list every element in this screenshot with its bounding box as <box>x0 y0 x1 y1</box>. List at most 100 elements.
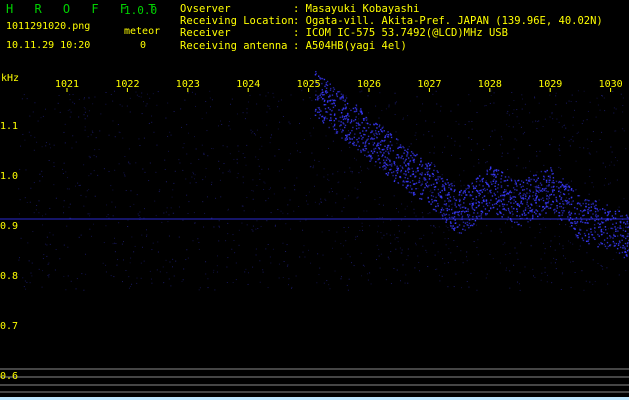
signal-dot <box>464 191 467 194</box>
noise-pixel <box>312 167 314 169</box>
noise-pixel <box>190 162 192 164</box>
signal-dot <box>525 214 527 216</box>
signal-dot <box>577 195 579 197</box>
signal-dot <box>537 215 539 218</box>
signal-dot <box>486 169 488 172</box>
noise-pixel <box>365 122 367 124</box>
signal-dot <box>522 198 525 200</box>
signal-dot <box>601 208 604 210</box>
signal-dot <box>624 250 626 253</box>
signal-dot <box>575 217 578 219</box>
signal-dot <box>448 194 450 196</box>
signal-dot <box>405 158 407 161</box>
signal-dot <box>526 188 528 190</box>
noise-pixel <box>419 110 421 112</box>
noise-pixel <box>558 121 560 123</box>
noise-pixel <box>569 261 571 263</box>
signal-dot <box>538 191 540 193</box>
noise-pixel <box>321 201 323 203</box>
noise-pixel <box>161 221 163 223</box>
noise-pixel <box>586 252 588 254</box>
noise-pixel <box>508 105 510 107</box>
signal-dot <box>594 238 596 241</box>
signal-dot <box>590 206 593 208</box>
signal-dot <box>560 186 562 188</box>
signal-dot <box>608 212 610 214</box>
noise-pixel <box>27 242 29 244</box>
noise-pixel <box>558 236 560 238</box>
signal-dot <box>621 215 623 217</box>
signal-dot <box>568 210 571 213</box>
signal-dot <box>323 117 326 120</box>
signal-dot <box>453 211 456 213</box>
noise-pixel <box>133 203 135 205</box>
noise-pixel <box>52 234 54 236</box>
noise-pixel <box>26 201 28 203</box>
signal-dot <box>378 147 381 150</box>
noise-pixel <box>351 171 353 173</box>
noise-pixel <box>28 260 30 262</box>
noise-pixel <box>577 131 579 133</box>
noise-pixel <box>613 112 615 114</box>
timestamp: 10.11.29 10:20 <box>6 40 91 51</box>
signal-dot <box>473 186 475 189</box>
signal-dot <box>580 217 582 219</box>
noise-pixel <box>451 137 453 139</box>
signal-dot <box>332 106 335 109</box>
noise-pixel <box>507 152 509 154</box>
noise-pixel <box>433 121 435 123</box>
noise-pixel <box>95 156 97 158</box>
signal-dot <box>396 172 399 174</box>
signal-dot <box>527 221 529 223</box>
noise-pixel <box>135 162 137 164</box>
noise-pixel <box>423 134 425 136</box>
signal-dot <box>366 155 368 158</box>
noise-pixel <box>575 160 577 162</box>
signal-dot <box>401 155 403 157</box>
noise-pixel <box>278 100 280 102</box>
noise-pixel <box>353 265 355 267</box>
noise-pixel <box>463 184 465 186</box>
noise-pixel <box>512 112 514 114</box>
noise-pixel <box>65 289 67 291</box>
noise-pixel <box>600 264 602 266</box>
signal-dot <box>496 208 499 210</box>
noise-pixel <box>222 172 224 174</box>
signal-dot <box>379 162 381 164</box>
noise-pixel <box>439 280 441 282</box>
signal-dot <box>533 211 536 213</box>
signal-dot <box>390 136 393 139</box>
signal-dot <box>383 162 385 164</box>
noise-pixel <box>45 142 47 144</box>
noise-pixel <box>374 165 376 167</box>
signal-dot <box>471 182 474 184</box>
noise-pixel <box>210 147 212 149</box>
noise-pixel <box>156 104 158 106</box>
signal-dot <box>580 219 583 221</box>
noise-pixel <box>283 260 285 262</box>
noise-pixel <box>562 255 564 257</box>
noise-pixel <box>607 228 609 230</box>
signal-dot <box>385 163 388 166</box>
signal-dot <box>581 237 584 239</box>
noise-pixel <box>188 201 190 203</box>
signal-dot <box>570 203 573 206</box>
noise-pixel <box>311 100 313 102</box>
signal-dot <box>613 245 616 247</box>
signal-dot <box>542 209 544 211</box>
signal-dot <box>399 144 402 146</box>
signal-dot <box>548 197 551 199</box>
noise-pixel <box>69 203 71 205</box>
noise-pixel <box>80 234 82 236</box>
signal-dot <box>535 213 537 215</box>
noise-pixel <box>589 281 591 283</box>
noise-pixel <box>138 215 140 217</box>
signal-dot <box>427 170 429 173</box>
signal-dot <box>396 167 398 169</box>
signal-dot <box>402 184 404 186</box>
noise-pixel <box>524 131 526 133</box>
noise-pixel <box>397 211 399 213</box>
signal-dot <box>560 197 563 199</box>
signal-dot <box>384 165 386 167</box>
signal-dot <box>394 164 396 166</box>
